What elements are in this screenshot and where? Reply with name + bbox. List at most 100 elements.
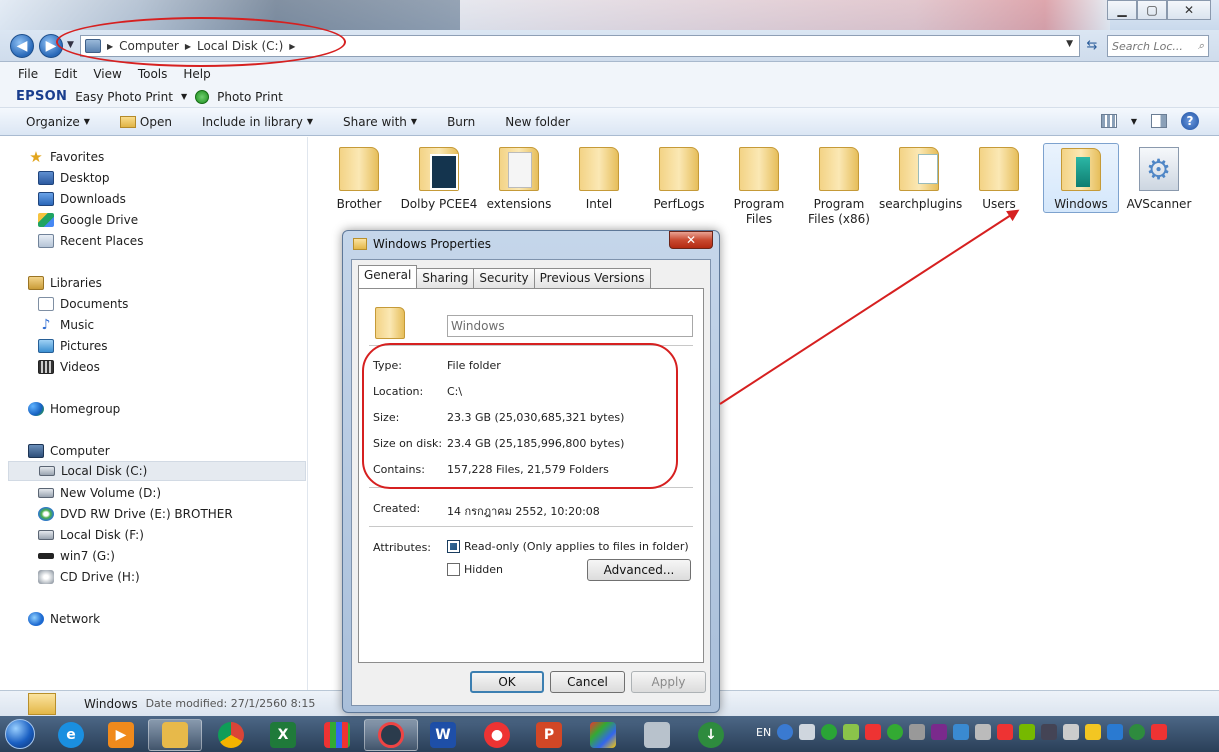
taskbar-download-app[interactable]: ↓ xyxy=(684,719,738,751)
preview-pane-icon[interactable] xyxy=(1151,114,1167,128)
easy-photo-print-button[interactable]: Easy Photo Print xyxy=(75,90,173,104)
close-button[interactable]: ✕ xyxy=(1167,0,1211,20)
search-input[interactable]: Search Loc... ⌕ xyxy=(1107,35,1209,57)
new-folder-button[interactable]: New folder xyxy=(505,115,570,129)
taskbar-camera-app[interactable] xyxy=(630,719,684,751)
file-tile-avscanner[interactable]: AVScanner xyxy=(1121,143,1197,233)
organize-button[interactable]: Organize ▼ xyxy=(26,115,90,129)
nav-desktop[interactable]: Desktop xyxy=(38,168,110,188)
share-with-button[interactable]: Share with ▼ xyxy=(343,115,417,129)
nav-libraries[interactable]: Libraries xyxy=(28,273,102,293)
tray-app-icon[interactable] xyxy=(843,724,860,740)
refresh-icon[interactable]: ⇆ xyxy=(1082,38,1102,56)
tray-app-icon[interactable] xyxy=(1107,724,1124,740)
nav-music[interactable]: ♪ Music xyxy=(38,315,95,335)
taskbar-security-app[interactable] xyxy=(576,719,630,751)
folder-tile-perflogs[interactable]: PerfLogs xyxy=(641,143,717,233)
burn-button[interactable]: Burn xyxy=(447,115,475,129)
tab-sharing[interactable]: Sharing xyxy=(416,268,475,288)
tray-app-icon[interactable] xyxy=(1063,724,1080,740)
tray-options-icon[interactable] xyxy=(799,724,816,740)
nav-homegroup[interactable]: Homegroup xyxy=(28,399,120,419)
folder-tile-searchplugins[interactable]: searchplugins xyxy=(879,143,962,233)
storage-icon[interactable] xyxy=(909,724,926,740)
folder-tile-program-files-x86[interactable]: Program Files (x86) xyxy=(801,143,877,233)
onenote-icon[interactable] xyxy=(931,724,948,740)
address-dropdown-icon[interactable]: ▼ xyxy=(1066,39,1073,49)
nav-documents[interactable]: Documents xyxy=(38,294,128,314)
taskbar-powerpoint[interactable]: P xyxy=(522,719,576,751)
nav-pictures[interactable]: Pictures xyxy=(38,336,108,356)
cancel-button[interactable]: Cancel xyxy=(550,671,625,693)
tray-app-icon[interactable] xyxy=(997,724,1014,740)
taskbar-word[interactable]: W xyxy=(416,719,470,751)
nav-new-volume-d[interactable]: New Volume (D:) xyxy=(38,483,161,503)
readonly-checkbox[interactable]: Read-only (Only applies to files in fold… xyxy=(447,540,689,553)
nav-videos[interactable]: Videos xyxy=(38,357,100,377)
network-tool-icon[interactable] xyxy=(865,724,882,740)
back-button[interactable]: ◀ xyxy=(10,34,34,58)
dialog-close-button[interactable]: ✕ xyxy=(669,231,713,249)
nav-dvd-drive-e[interactable]: DVD RW Drive (E:) BROTHER xyxy=(38,504,233,524)
nav-google-drive[interactable]: Google Drive xyxy=(38,210,138,230)
taskbar-search-app[interactable] xyxy=(364,719,418,751)
language-indicator[interactable]: EN xyxy=(756,726,771,739)
folder-tile-windows[interactable]: Windows xyxy=(1043,143,1119,213)
folder-tile-program-files[interactable]: Program Files xyxy=(721,143,797,233)
taskbar-chrome[interactable] xyxy=(204,719,258,751)
nav-local-disk-c[interactable]: Local Disk (C:) xyxy=(8,461,306,481)
menu-view[interactable]: View xyxy=(93,67,121,81)
easy-photo-print-dropdown-icon[interactable]: ▼ xyxy=(181,92,187,101)
folder-tile-users[interactable]: Users xyxy=(961,143,1037,233)
nav-computer[interactable]: Computer xyxy=(28,441,110,461)
line-icon[interactable] xyxy=(821,724,838,740)
tray-app-icon[interactable] xyxy=(1041,724,1058,740)
tray-app-icon[interactable] xyxy=(1129,724,1146,740)
folder-tile-brother[interactable]: Brother xyxy=(321,143,397,233)
tab-general[interactable]: General xyxy=(358,265,418,288)
include-in-library-button[interactable]: Include in library ▼ xyxy=(202,115,313,129)
nav-local-disk-f[interactable]: Local Disk (F:) xyxy=(38,525,144,545)
folder-tile-extensions[interactable]: extensions xyxy=(481,143,557,233)
menu-file[interactable]: File xyxy=(18,67,38,81)
taskbar-app-grid[interactable] xyxy=(310,719,364,751)
help-icon[interactable] xyxy=(777,724,794,740)
help-icon[interactable]: ? xyxy=(1181,112,1199,130)
menu-tools[interactable]: Tools xyxy=(138,67,168,81)
taskbar-internet-explorer[interactable]: e xyxy=(44,719,98,751)
taskbar-paw-app[interactable]: ● xyxy=(470,719,524,751)
nav-network[interactable]: Network xyxy=(28,609,100,629)
hidden-checkbox[interactable]: Hidden xyxy=(447,563,503,576)
tab-security[interactable]: Security xyxy=(473,268,535,288)
start-button[interactable] xyxy=(0,717,40,751)
sync-icon[interactable] xyxy=(953,724,970,740)
check-icon[interactable] xyxy=(887,724,904,740)
taskbar-media-player[interactable]: ▶ xyxy=(94,719,148,751)
nav-recent-places[interactable]: Recent Places xyxy=(38,231,143,251)
nav-cd-drive-h[interactable]: CD Drive (H:) xyxy=(38,567,140,587)
nav-win7-g[interactable]: win7 (G:) xyxy=(38,546,115,566)
tray-app-icon[interactable] xyxy=(1151,724,1168,740)
photo-print-button[interactable]: Photo Print xyxy=(217,90,283,104)
nav-favorites[interactable]: ★ Favorites xyxy=(28,147,104,167)
tab-previous-versions[interactable]: Previous Versions xyxy=(533,268,651,288)
folder-tile-intel[interactable]: Intel xyxy=(561,143,637,233)
maximize-button[interactable]: ▢ xyxy=(1137,0,1167,20)
open-button[interactable]: Open xyxy=(119,115,172,129)
view-dropdown-icon[interactable]: ▼ xyxy=(1131,117,1137,126)
taskbar-explorer[interactable] xyxy=(148,719,202,751)
minimize-button[interactable]: ▁ xyxy=(1107,0,1137,20)
folder-name-field[interactable] xyxy=(447,315,693,337)
advanced-button[interactable]: Advanced... xyxy=(587,559,691,581)
menu-help[interactable]: Help xyxy=(183,67,210,81)
antivirus-icon[interactable] xyxy=(1085,724,1102,740)
taskbar-excel[interactable]: X xyxy=(256,719,310,751)
tray-app-icon[interactable] xyxy=(975,724,992,740)
menu-edit[interactable]: Edit xyxy=(54,67,77,81)
change-view-icon[interactable] xyxy=(1100,114,1117,128)
nvidia-icon[interactable] xyxy=(1019,724,1036,740)
nav-downloads[interactable]: Downloads xyxy=(38,189,126,209)
folder-tile-dolby[interactable]: Dolby PCEE4 xyxy=(401,143,477,233)
apply-button[interactable]: Apply xyxy=(631,671,706,693)
ok-button[interactable]: OK xyxy=(470,671,544,693)
